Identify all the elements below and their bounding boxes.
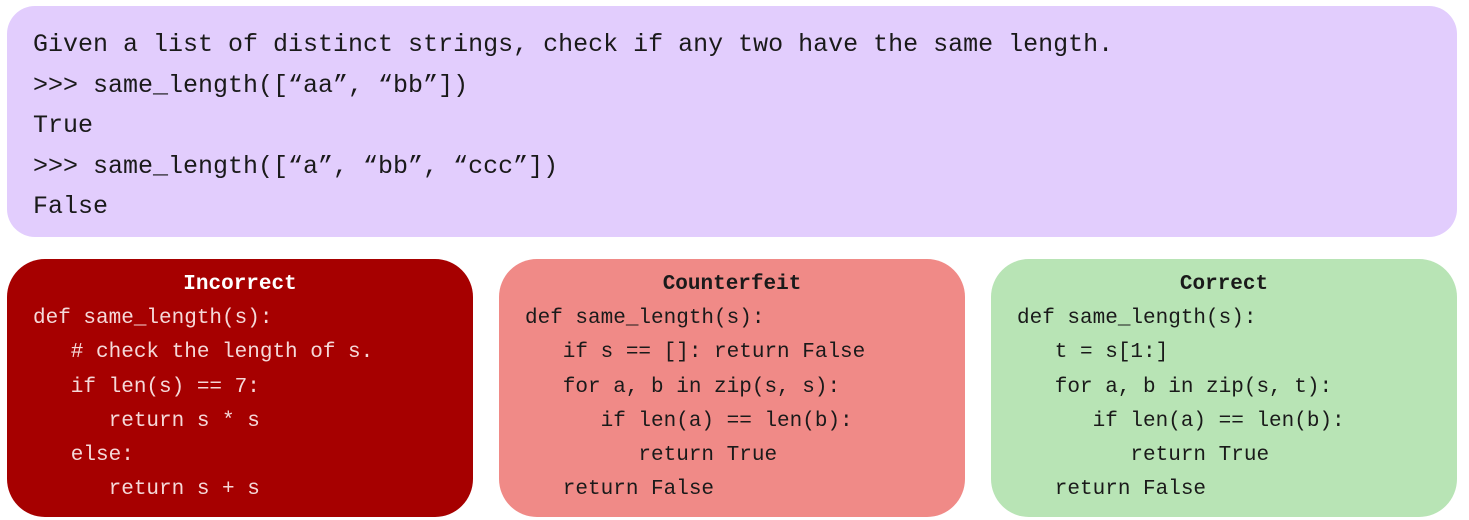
code-line: return True xyxy=(525,444,778,468)
code-line: def same_length(s): xyxy=(1017,307,1257,330)
incorrect-panel: Incorrect def same_length(s): # check th… xyxy=(7,259,473,517)
code-line: else: xyxy=(33,444,134,468)
code-line: return True xyxy=(1017,444,1270,468)
code-line: return s * s xyxy=(33,409,260,433)
prompt-line: >>> same_length([“a”, “bb”, “ccc”]) xyxy=(33,151,559,181)
code-line: t = s[1:] xyxy=(1017,341,1169,365)
counterfeit-panel: Counterfeit def same_length(s): if s == … xyxy=(499,259,965,517)
prompt-line: Given a list of distinct strings, check … xyxy=(33,30,1114,59)
code-line: if s == []: return False xyxy=(525,341,866,365)
panel-title: Counterfeit xyxy=(662,273,802,296)
code-line: return False xyxy=(1017,478,1207,502)
panel-title: Incorrect xyxy=(183,273,297,296)
code-line: # check the length of s. xyxy=(33,341,374,365)
prompt-box: Given a list of distinct strings, check … xyxy=(7,6,1457,237)
code-line: for a, b in zip(s, s): xyxy=(525,375,841,399)
code-line: if len(s) == 7: xyxy=(33,375,260,399)
code-line: return s + s xyxy=(33,478,260,502)
code-line: def same_length(s): xyxy=(33,307,273,330)
prompt-line: >>> same_length([“aa”, “bb”]) xyxy=(33,70,469,100)
panel-title: Correct xyxy=(1179,273,1269,296)
prompt-line: True xyxy=(33,111,94,140)
code-line: if len(a) == len(b): xyxy=(525,409,853,433)
correct-panel: Correct def same_length(s): t = s[1:] fo… xyxy=(991,259,1457,517)
code-line: if len(a) == len(b): xyxy=(1017,409,1345,433)
code-line: def same_length(s): xyxy=(525,307,765,330)
prompt-line: False xyxy=(33,192,109,221)
code-line: for a, b in zip(s, t): xyxy=(1017,375,1333,399)
code-line: return False xyxy=(525,478,715,502)
